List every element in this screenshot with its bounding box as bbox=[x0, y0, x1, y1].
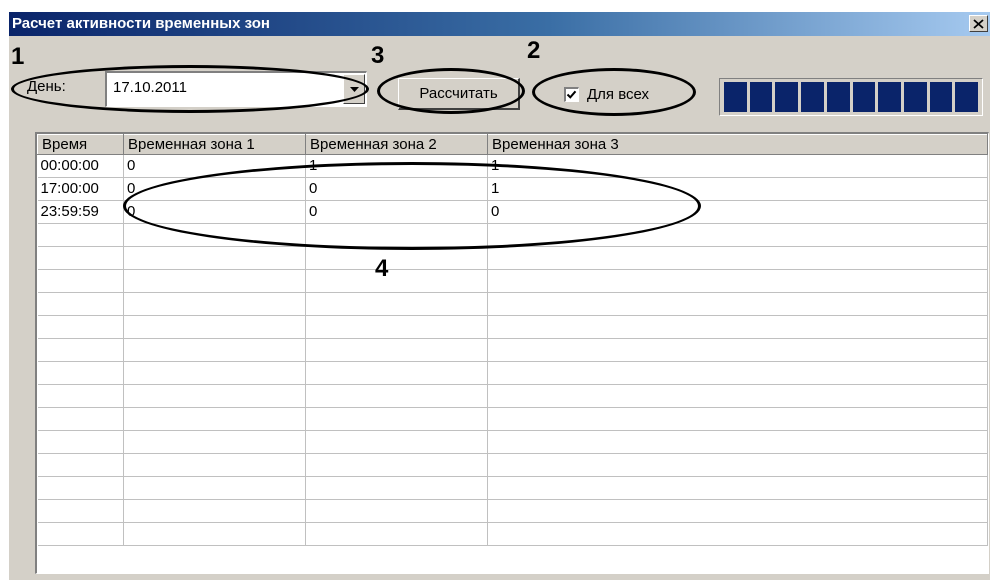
progress-segment bbox=[749, 82, 773, 112]
table-cell bbox=[37, 223, 124, 247]
table-row-empty bbox=[37, 476, 988, 500]
table-cell bbox=[123, 453, 306, 477]
progress-bar bbox=[719, 78, 983, 116]
table-row-empty bbox=[37, 522, 988, 546]
table-cell bbox=[37, 522, 124, 546]
table-cell bbox=[487, 430, 988, 454]
table-cell bbox=[487, 315, 988, 339]
table-cell bbox=[305, 522, 488, 546]
table-row-empty bbox=[37, 338, 988, 362]
table-cell bbox=[123, 338, 306, 362]
table-cell bbox=[487, 453, 988, 477]
table-cell bbox=[487, 476, 988, 500]
table-cell bbox=[37, 407, 124, 431]
table-cell bbox=[123, 499, 306, 523]
table-cell bbox=[487, 246, 988, 270]
table-cell bbox=[487, 522, 988, 546]
annotation-number-2: 2 bbox=[527, 37, 541, 64]
table-header-row: Время Временная зона 1 Временная зона 2 Вре… bbox=[37, 134, 988, 155]
table-row-empty bbox=[37, 361, 988, 385]
column-header[interactable]: Временная зона 3 bbox=[487, 134, 988, 155]
table-cell bbox=[305, 407, 488, 431]
table-cell bbox=[123, 315, 306, 339]
table-row-empty bbox=[37, 292, 988, 316]
table-cell bbox=[37, 384, 124, 408]
table-cell bbox=[305, 269, 488, 293]
table-row-empty bbox=[37, 430, 988, 454]
table-cell bbox=[305, 476, 488, 500]
close-button[interactable] bbox=[969, 15, 988, 32]
progress-segment bbox=[878, 82, 901, 112]
table-cell: 23:59:59 bbox=[37, 200, 124, 224]
table-cell bbox=[487, 292, 988, 316]
table-cell bbox=[487, 407, 988, 431]
table-cell bbox=[305, 499, 488, 523]
column-header[interactable]: Временная зона 1 bbox=[123, 134, 306, 155]
progress-segment bbox=[775, 82, 799, 112]
title-bar: Расчет активности временных зон bbox=[9, 12, 990, 36]
table-cell bbox=[123, 522, 306, 546]
table-cell bbox=[37, 453, 124, 477]
progress-segment bbox=[801, 82, 824, 112]
annotation-oval-4 bbox=[123, 162, 701, 250]
table-cell bbox=[37, 269, 124, 293]
progress-segment bbox=[826, 82, 850, 112]
table-row-empty bbox=[37, 269, 988, 293]
table-cell bbox=[37, 246, 124, 270]
table-cell bbox=[37, 499, 124, 523]
table-cell bbox=[123, 407, 306, 431]
table-cell bbox=[123, 430, 306, 454]
table-cell bbox=[123, 384, 306, 408]
window-title: Расчет активности временных зон bbox=[12, 15, 270, 32]
table-cell bbox=[487, 361, 988, 385]
progress-segment bbox=[852, 82, 876, 112]
table-cell bbox=[305, 315, 488, 339]
table-cell bbox=[487, 384, 988, 408]
table-cell bbox=[305, 292, 488, 316]
table-cell bbox=[37, 430, 124, 454]
table-cell bbox=[123, 269, 306, 293]
table-row-empty bbox=[37, 315, 988, 339]
table-cell: 17:00:00 bbox=[37, 177, 124, 201]
table-cell bbox=[37, 315, 124, 339]
annotation-oval-1 bbox=[11, 65, 369, 113]
table-cell bbox=[487, 338, 988, 362]
table-cell bbox=[123, 292, 306, 316]
table-cell bbox=[123, 361, 306, 385]
table-cell bbox=[487, 499, 988, 523]
progress-segment bbox=[955, 82, 979, 112]
table-cell bbox=[305, 338, 488, 362]
table-row-empty bbox=[37, 407, 988, 431]
table-cell bbox=[487, 269, 988, 293]
table-cell bbox=[305, 384, 488, 408]
table-cell bbox=[37, 361, 124, 385]
table-cell: 00:00:00 bbox=[37, 154, 124, 178]
table-cell bbox=[37, 292, 124, 316]
progress-segment bbox=[724, 82, 747, 112]
annotation-number-1: 1 bbox=[11, 43, 25, 70]
table-row-empty bbox=[37, 453, 988, 477]
table-cell bbox=[37, 338, 124, 362]
progress-segment bbox=[903, 82, 927, 112]
time-zone-activity-window: Расчет активности временных зон День: 17… bbox=[8, 12, 990, 580]
table-cell bbox=[123, 476, 306, 500]
annotation-oval-2 bbox=[532, 68, 696, 116]
table-cell bbox=[123, 246, 306, 270]
annotation-number-3: 3 bbox=[371, 42, 385, 69]
column-header[interactable]: Временная зона 2 bbox=[305, 134, 488, 155]
table-row-empty bbox=[37, 384, 988, 408]
table-cell bbox=[37, 476, 124, 500]
table-cell bbox=[305, 361, 488, 385]
table-cell bbox=[305, 453, 488, 477]
annotation-oval-3 bbox=[377, 68, 525, 114]
close-icon bbox=[973, 18, 984, 29]
column-header[interactable]: Время bbox=[37, 134, 124, 155]
progress-segment bbox=[929, 82, 953, 112]
table-cell bbox=[305, 430, 488, 454]
annotation-number-4: 4 bbox=[375, 255, 389, 282]
table-row-empty bbox=[37, 499, 988, 523]
table-row-empty bbox=[37, 246, 988, 270]
